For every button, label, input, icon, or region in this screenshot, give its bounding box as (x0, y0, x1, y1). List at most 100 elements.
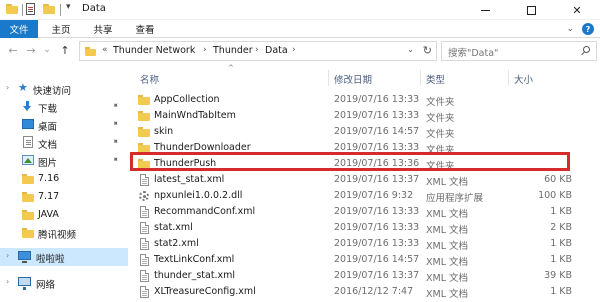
file-row-mainwndtabitem[interactable]: MainWndTabItem 2019/07/16 13:33 文件夹 (128, 108, 600, 124)
file-row-appcollection[interactable]: AppCollection 2019/07/16 13:33 文件夹 (128, 92, 600, 108)
nav-item-desktop[interactable]: 桌面 ✦ (0, 116, 128, 134)
file-row-recommandconf-xml[interactable]: RecommandConf.xml 2019/07/16 13:33 XML 文… (128, 204, 600, 220)
file-row-stat-xml[interactable]: stat.xml 2019/07/16 13:33 XML 文档 2 KB (128, 220, 600, 236)
tab-view[interactable]: 查看 (128, 20, 162, 38)
breadcrumb-separator[interactable]: › (292, 45, 296, 55)
nav-item-this-pc[interactable]: › 啦啦啦 (0, 248, 128, 266)
file-name: stat2.xml (154, 238, 199, 249)
properties-icon[interactable] (26, 3, 35, 15)
file-type: XML 文档 (426, 289, 469, 300)
expand-ribbon-icon[interactable]: ⌄ (566, 24, 574, 34)
back-button[interactable]: ← (6, 43, 20, 57)
address-bar[interactable]: « Thunder Network › Thunder › Data › ⌄ ↻ (79, 41, 437, 61)
file-size: 2 KB (550, 222, 572, 233)
breadcrumb-separator[interactable]: › (255, 45, 259, 55)
column-header-size[interactable]: 大小 (514, 72, 533, 86)
dll-file-icon (139, 191, 149, 201)
file-name: stat.xml (154, 222, 193, 233)
file-date: 2019/07/16 13:36 (334, 158, 420, 169)
refresh-icon[interactable]: ↻ (423, 44, 432, 57)
navigation-pane: › ★ 快速访问 下载 ✦ 桌面 ✦ 文档 ✦ 图片 ✦ 7.16 7.17 J… (0, 64, 128, 302)
nav-label: 网络 (36, 280, 56, 291)
expand-icon[interactable]: › (6, 251, 9, 260)
breadcrumb-thunder[interactable]: Thunder (213, 45, 253, 56)
pin-icon: ✦ (109, 117, 121, 130)
customize-toolbar-icon[interactable]: ▾ (66, 2, 71, 12)
nav-label: 下载 (38, 104, 58, 115)
file-date: 2019/07/16 13:33 (334, 94, 420, 105)
tab-home[interactable]: 主页 (44, 20, 78, 38)
recent-locations-button[interactable]: ⌄ (40, 43, 54, 57)
folder-icon (138, 159, 150, 169)
expand-icon[interactable]: › (6, 83, 9, 92)
network-icon (18, 277, 31, 290)
file-row-thunderdownloader[interactable]: ThunderDownloader 2019/07/16 13:33 文件夹 (128, 140, 600, 156)
up-button[interactable]: ↑ (58, 43, 72, 57)
file-name: TextLinkConf.xml (154, 254, 235, 265)
file-row-textlinkconf-xml[interactable]: TextLinkConf.xml 2019/07/16 14:57 XML 文档… (128, 252, 600, 268)
file-date: 2019/07/16 13:33 (334, 206, 420, 217)
title-bar: ▾ Data ✕ (0, 0, 600, 20)
desktop-icon (22, 119, 34, 129)
search-input[interactable]: 搜索"Data" (448, 45, 498, 59)
file-row-thunderpush[interactable]: ThunderPush 2019/07/16 13:36 文件夹 (128, 156, 600, 172)
nav-label: JAVA (38, 209, 59, 220)
breadcrumb-overflow[interactable]: « (102, 45, 108, 55)
folder-icon (138, 143, 150, 153)
address-dropdown-icon[interactable]: ⌄ (407, 45, 414, 54)
file-row-thunder-stat-xml[interactable]: thunder_stat.xml 2019/07/16 13:37 XML 文档… (128, 268, 600, 284)
file-type: 文件夹 (426, 129, 455, 140)
file-name: npxunlei1.0.0.2.dll (154, 190, 243, 201)
column-header-date[interactable]: 修改日期 (334, 72, 372, 86)
column-divider[interactable] (328, 70, 329, 86)
tab-share[interactable]: 共享 (86, 20, 120, 38)
file-size: 1 KB (550, 254, 572, 265)
window-title: Data (82, 3, 106, 14)
search-icon[interactable] (581, 46, 591, 56)
breadcrumb-separator[interactable]: › (203, 45, 207, 55)
file-type: XML 文档 (426, 225, 469, 236)
close-button[interactable]: ✕ (554, 0, 600, 20)
breadcrumb-data[interactable]: Data (265, 45, 288, 56)
new-folder-icon[interactable] (43, 4, 55, 14)
nav-quick-access[interactable]: › ★ 快速访问 (0, 80, 128, 98)
nav-item-tencent-video[interactable]: 腾讯视频 (0, 224, 128, 242)
nav-item-7-17[interactable]: 7.17 (0, 188, 128, 206)
nav-item-pictures[interactable]: 图片 ✦ (0, 152, 128, 170)
file-row-latest-stat-xml[interactable]: latest_stat.xml 2019/07/16 13:37 XML 文档 … (128, 172, 600, 188)
documents-icon (23, 136, 33, 148)
file-name: thunder_stat.xml (154, 270, 236, 281)
file-size: 60 KB (544, 174, 572, 185)
file-date: 2019/07/16 13:37 (334, 174, 420, 185)
nav-item-documents[interactable]: 文档 ✦ (0, 134, 128, 152)
search-box[interactable]: 搜索"Data" (441, 41, 597, 61)
file-size: 1 KB (550, 286, 572, 297)
maximize-icon (526, 5, 536, 15)
expand-icon[interactable]: › (6, 277, 9, 286)
file-row-xltreasureconfig-xml[interactable]: XLTreasureConfig.xml 2016/12/12 7:47 XML… (128, 284, 600, 300)
help-icon[interactable]: ? (582, 23, 594, 35)
maximize-button[interactable] (508, 0, 554, 20)
nav-item-java[interactable]: JAVA (0, 206, 128, 224)
file-date: 2019/07/16 13:33 (334, 238, 420, 249)
column-header-name[interactable]: 名称 (140, 72, 159, 86)
file-type: XML 文档 (426, 273, 469, 284)
breadcrumb-thunder-network[interactable]: Thunder Network (113, 45, 195, 56)
close-icon: ✕ (572, 3, 582, 17)
column-header-type[interactable]: 类型 (426, 72, 445, 86)
column-divider[interactable] (508, 70, 509, 86)
file-row-npxunlei-dll[interactable]: npxunlei1.0.0.2.dll 2019/07/16 9:32 应用程序… (128, 188, 600, 204)
computer-icon (18, 251, 31, 263)
minimize-icon (480, 9, 490, 11)
pin-icon: ✦ (109, 135, 121, 148)
nav-item-7-16[interactable]: 7.16 (0, 170, 128, 188)
nav-item-downloads[interactable]: 下载 ✦ (0, 98, 128, 116)
nav-item-network[interactable]: › 网络 (0, 274, 128, 292)
file-row-skin[interactable]: skin 2019/07/16 14:57 文件夹 (128, 124, 600, 140)
column-divider[interactable] (420, 70, 421, 86)
file-row-stat2-xml[interactable]: stat2.xml 2019/07/16 13:33 XML 文档 1 KB (128, 236, 600, 252)
minimize-button[interactable] (462, 0, 508, 20)
pictures-icon (22, 155, 34, 165)
forward-button[interactable]: → (24, 43, 38, 57)
tab-file[interactable]: 文件 (0, 20, 38, 38)
